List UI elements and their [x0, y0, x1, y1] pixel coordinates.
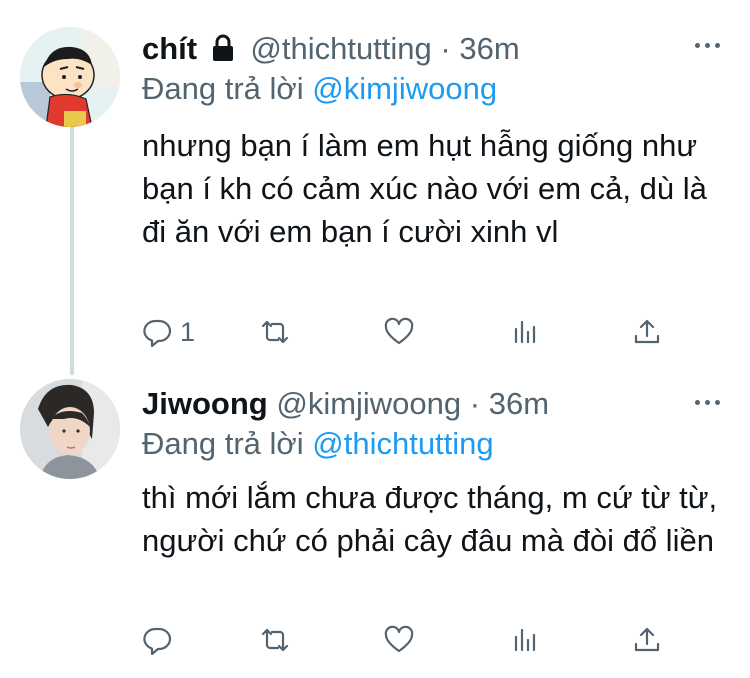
display-name[interactable]: Jiwoong — [142, 386, 268, 421]
tweet-1[interactable]: chít @thichtutting · 36m Đang trả lời @k… — [0, 0, 750, 370]
reply-count: 1 — [180, 316, 196, 347]
separator: · — [440, 31, 451, 66]
replying-to: Đang trả lời @thichtutting — [142, 425, 494, 463]
analytics-button[interactable] — [510, 620, 540, 660]
avatar[interactable] — [20, 27, 120, 127]
tweet-header: chít @thichtutting · 36m — [142, 30, 520, 71]
retweet-button[interactable] — [260, 620, 290, 660]
share-icon — [634, 627, 660, 652]
retweet-icon — [261, 320, 289, 344]
tweet-actions: 1 — [142, 312, 682, 352]
handle[interactable]: @thichtutting — [250, 31, 431, 66]
handle[interactable]: @kimjiwoong — [276, 386, 461, 421]
retweet-button[interactable] — [260, 312, 290, 352]
display-name[interactable]: chít — [142, 31, 197, 66]
share-icon — [634, 319, 660, 344]
like-button[interactable] — [384, 312, 414, 352]
profile-photo-image — [20, 379, 120, 479]
reply-icon — [143, 319, 172, 347]
heart-icon — [384, 317, 414, 345]
share-button[interactable] — [632, 312, 662, 352]
reply-button[interactable]: 1 — [142, 312, 195, 352]
retweet-icon — [261, 628, 289, 652]
replying-to: Đang trả lời @kimjiwoong — [142, 70, 497, 108]
avatar[interactable] — [20, 379, 120, 479]
reply-icon — [143, 627, 172, 655]
analytics-icon — [514, 628, 536, 652]
timestamp[interactable]: 36m — [459, 31, 519, 66]
tweet-2[interactable]: Jiwoong @kimjiwoong · 36m Đang trả lời @… — [0, 370, 750, 678]
tweet-text: nhưng bạn í làm em hụt hẫng giống như bạ… — [142, 128, 707, 249]
tweet-actions — [142, 620, 682, 660]
tweet-text: thì mới lắm chưa được tháng, m cứ từ từ,… — [142, 480, 718, 558]
replying-prefix: Đang trả lời — [142, 71, 304, 106]
timestamp[interactable]: 36m — [489, 386, 549, 421]
lock-icon — [210, 33, 236, 71]
more-icon[interactable] — [692, 40, 722, 50]
like-button[interactable] — [384, 620, 414, 660]
tweet-header: Jiwoong @kimjiwoong · 36m — [142, 385, 549, 423]
analytics-icon — [514, 320, 536, 344]
replying-mention[interactable]: @kimjiwoong — [312, 71, 497, 106]
cartoon-avatar-image — [20, 27, 120, 127]
share-button[interactable] — [632, 620, 662, 660]
heart-icon — [384, 625, 414, 653]
replying-prefix: Đang trả lời — [142, 426, 304, 461]
reply-button[interactable] — [142, 620, 180, 660]
more-icon[interactable] — [692, 397, 722, 407]
analytics-button[interactable] — [510, 312, 540, 352]
separator: · — [469, 386, 481, 421]
replying-mention[interactable]: @thichtutting — [312, 426, 493, 461]
